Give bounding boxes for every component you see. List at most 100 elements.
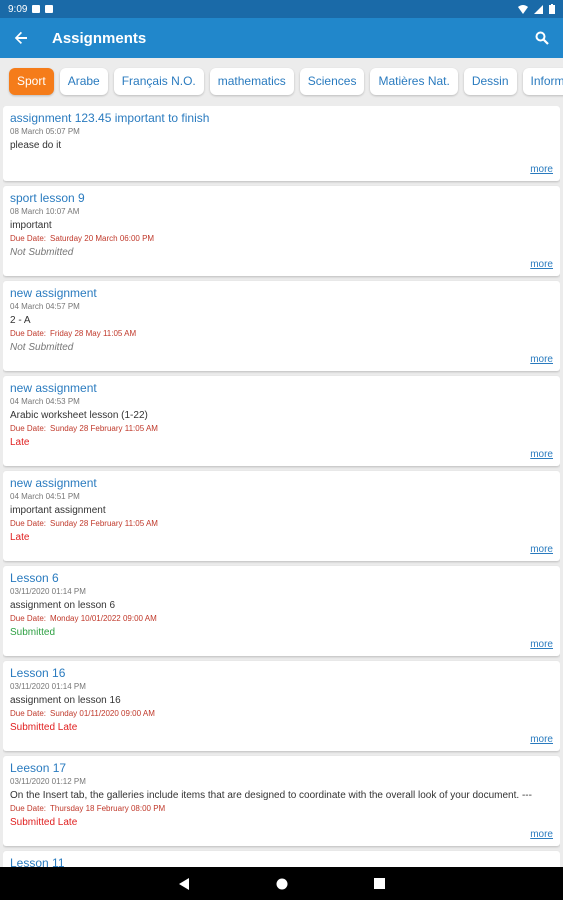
- more-link[interactable]: more: [530, 259, 553, 270]
- due-date: Due Date: Sunday 28 February 11:05 AM: [10, 423, 553, 435]
- due-date: Due Date: Monday 10/01/2022 09:00 AM: [10, 613, 553, 625]
- assignment-title[interactable]: sport lesson 9: [10, 191, 553, 206]
- due-date-value: Sunday 01/11/2020 09:00 AM: [50, 709, 155, 718]
- status-bar: 9:09: [0, 0, 563, 18]
- back-button[interactable]: [10, 27, 32, 49]
- triangle-back-icon: [178, 877, 189, 890]
- due-date-value: Saturday 20 March 06:00 PM: [50, 234, 155, 243]
- sim-icon: [45, 5, 54, 13]
- more-link[interactable]: more: [530, 734, 553, 745]
- assignment-title[interactable]: new assignment: [10, 286, 553, 301]
- tab-sport[interactable]: Sport: [9, 67, 54, 95]
- assignment-description: Arabic worksheet lesson (1-22): [10, 410, 148, 421]
- tab-sciences[interactable]: Sciences: [299, 67, 365, 95]
- assignment-list: assignment 123.45 important to finish 08…: [3, 106, 560, 867]
- more-link[interactable]: more: [530, 544, 553, 555]
- status-text: Not Submitted: [10, 342, 74, 353]
- arrow-back-icon: [14, 31, 27, 44]
- system-nav-bar: [0, 867, 563, 900]
- assignment-date: 08 March 10:07 AM: [10, 207, 80, 216]
- due-date: Due Date: Friday 28 May 11:05 AM: [10, 328, 553, 340]
- due-date-value: Sunday 28 February 11:05 AM: [50, 424, 158, 433]
- assignment-title[interactable]: Leeson 17: [10, 761, 553, 776]
- assignment-description: important: [10, 220, 52, 231]
- tab-matieres-nat[interactable]: Matières Nat.: [370, 67, 458, 95]
- battery-icon: [549, 4, 555, 14]
- assignment-title[interactable]: new assignment: [10, 381, 553, 396]
- due-date-label: Due Date:: [10, 804, 47, 813]
- status-text: Submitted: [10, 627, 56, 638]
- tab-mathematics[interactable]: mathematics: [209, 67, 294, 95]
- status-text: Late: [10, 437, 30, 448]
- due-date-label: Due Date:: [10, 234, 47, 243]
- due-date-value: Monday 10/01/2022 09:00 AM: [50, 614, 157, 623]
- due-date-value: Sunday 28 February 11:05 AM: [50, 519, 158, 528]
- assignment-description: 2 - A: [10, 315, 31, 326]
- assignment-description: important assignment: [10, 505, 106, 516]
- more-link[interactable]: more: [530, 354, 553, 365]
- assignment-date: 04 March 04:51 PM: [10, 492, 80, 501]
- app-bar: Assignments: [0, 18, 563, 58]
- due-date: Due Date: Sunday 28 February 11:05 AM: [10, 518, 553, 530]
- more-link[interactable]: more: [530, 449, 553, 460]
- assignment-card[interactable]: Leeson 17 03/11/2020 01:12 PM On the Ins…: [3, 756, 560, 846]
- nav-home-button[interactable]: [272, 874, 292, 894]
- more-link[interactable]: more: [530, 829, 553, 840]
- assignment-title[interactable]: Lesson 11: [10, 856, 553, 867]
- assignment-card[interactable]: Lesson 16 03/11/2020 01:14 PM assignment…: [3, 661, 560, 751]
- square-recents-icon: [374, 878, 385, 889]
- status-text: Not Submitted: [10, 247, 74, 258]
- wifi-icon: [518, 4, 528, 14]
- status-text: Submitted Late: [10, 722, 78, 733]
- assignment-description: assignment on lesson 16: [10, 695, 121, 706]
- assignment-date: 03/11/2020 01:14 PM: [10, 682, 86, 691]
- tab-informatique[interactable]: Informatique: [522, 67, 563, 95]
- circle-home-icon: [276, 878, 287, 889]
- signal-icon: [534, 4, 543, 14]
- assignment-title[interactable]: assignment 123.45 important to finish: [10, 111, 553, 126]
- assignment-date: 03/11/2020 01:12 PM: [10, 777, 86, 786]
- assignment-card[interactable]: new assignment 04 March 04:53 PM Arabic …: [3, 376, 560, 466]
- assignment-date: 03/11/2020 01:14 PM: [10, 587, 86, 596]
- assignment-card[interactable]: new assignment 04 March 04:51 PM importa…: [3, 471, 560, 561]
- assignment-card[interactable]: Lesson 11: [3, 851, 560, 867]
- assignment-date: 04 March 04:57 PM: [10, 302, 80, 311]
- assignment-card[interactable]: Lesson 6 03/11/2020 01:14 PM assignment …: [3, 566, 560, 656]
- status-text: Submitted Late: [10, 817, 78, 828]
- assignment-card[interactable]: sport lesson 9 08 March 10:07 AM importa…: [3, 186, 560, 276]
- due-date: Due Date: Saturday 20 March 06:00 PM: [10, 233, 553, 245]
- due-date-value: Friday 28 May 11:05 AM: [50, 329, 137, 338]
- due-date-label: Due Date:: [10, 519, 47, 528]
- tab-francais[interactable]: Français N.O.: [113, 67, 204, 95]
- more-link[interactable]: more: [530, 639, 553, 650]
- nav-back-button[interactable]: [174, 874, 194, 894]
- assignment-description: On the Insert tab, the galleries include…: [10, 790, 532, 801]
- status-time: 9:09: [8, 3, 28, 15]
- due-date-value: Thursday 18 February 08:00 PM: [50, 804, 166, 813]
- page-title: Assignments: [52, 29, 147, 47]
- tab-dessin[interactable]: Dessin: [463, 67, 517, 95]
- due-date-label: Due Date:: [10, 614, 47, 623]
- notification-icon: [32, 5, 41, 13]
- assignment-description: please do it: [10, 140, 62, 151]
- search-icon: [535, 31, 549, 45]
- status-text: Late: [10, 532, 30, 543]
- due-date-label: Due Date:: [10, 709, 47, 718]
- search-button[interactable]: [531, 27, 553, 49]
- subject-tabs: Sport Arabe Français N.O. mathematics Sc…: [0, 58, 563, 104]
- more-link[interactable]: more: [530, 164, 553, 175]
- due-date: Due Date: Sunday 01/11/2020 09:00 AM: [10, 708, 553, 720]
- due-date-label: Due Date:: [10, 329, 47, 338]
- assignment-date: 04 March 04:53 PM: [10, 397, 80, 406]
- due-date-label: Due Date:: [10, 424, 47, 433]
- assignment-title[interactable]: Lesson 16: [10, 666, 553, 681]
- assignment-card[interactable]: assignment 123.45 important to finish 08…: [3, 106, 560, 181]
- nav-recents-button[interactable]: [370, 874, 390, 894]
- due-date: Due Date: Thursday 18 February 08:00 PM: [10, 803, 553, 815]
- assignment-title[interactable]: new assignment: [10, 476, 553, 491]
- assignment-date: 08 March 05:07 PM: [10, 127, 80, 136]
- assignment-title[interactable]: Lesson 6: [10, 571, 553, 586]
- assignment-card[interactable]: new assignment 04 March 04:57 PM 2 - A D…: [3, 281, 560, 371]
- assignment-description: assignment on lesson 6: [10, 600, 116, 611]
- tab-arabe[interactable]: Arabe: [59, 67, 108, 95]
